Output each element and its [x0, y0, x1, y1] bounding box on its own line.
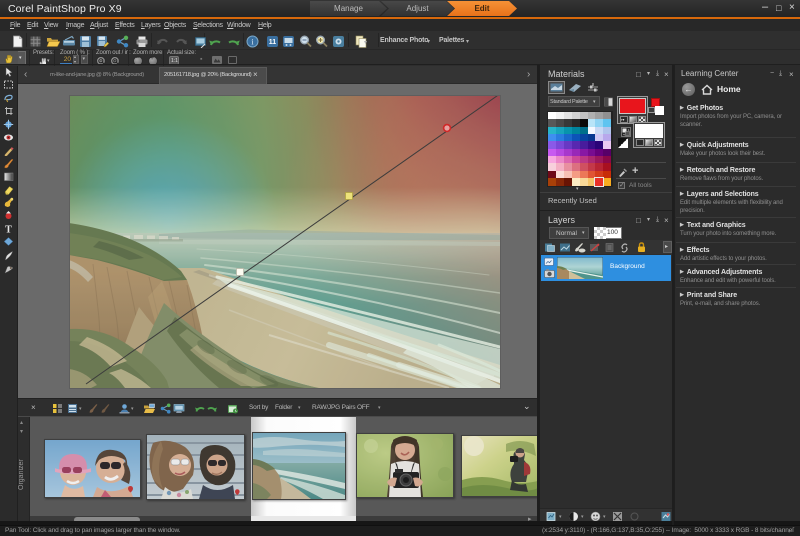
svg-text:11: 11: [269, 39, 277, 46]
svg-text:T: T: [5, 225, 12, 235]
